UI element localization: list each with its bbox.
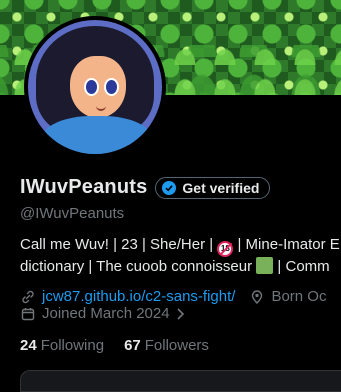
age-18-label: 18	[220, 244, 230, 253]
user-handle: @IWuvPeanuts	[20, 205, 125, 222]
verified-badge-icon	[162, 180, 177, 195]
following-link[interactable]: 24 Following	[20, 337, 104, 354]
avatar-eye-right	[104, 78, 119, 96]
bio-text-1: Call me Wuv! | 23 | She/Her |	[20, 236, 218, 253]
followers-label: Followers	[144, 337, 209, 354]
display-name: IWuvPeanuts	[20, 176, 148, 198]
name-row: IWuvPeanuts Get verified	[20, 176, 271, 199]
bio-line-2: dictionary | The cuoob connoisseur | Com…	[20, 257, 341, 277]
profile-bio: Call me Wuv! | 23 | She/Her | 18 | Mine-…	[20, 235, 341, 277]
avatar-eye-left	[84, 78, 99, 96]
followers-link[interactable]: 67 Followers	[124, 337, 209, 354]
link-icon	[20, 289, 36, 305]
profile-avatar[interactable]	[24, 16, 166, 158]
profile-meta-row-1: jcw87.github.io/c2-sans-fight/ Born Oc	[20, 288, 326, 305]
green-square-icon	[256, 257, 274, 274]
bio-text-2: | Mine-Imator E	[233, 236, 340, 253]
calendar-icon	[20, 306, 36, 322]
avatar-shirt	[42, 116, 152, 154]
profile-meta-row-2: Joined March 2024	[20, 305, 196, 322]
bio-text-4: | Comm	[273, 258, 330, 275]
age-18-icon: 18	[217, 241, 234, 257]
birthday-text: Born Oc	[271, 288, 327, 305]
followers-count: 67	[124, 337, 141, 354]
location-pin-icon	[249, 289, 265, 305]
follow-stats: 24 Following 67 Followers	[20, 337, 209, 354]
joined-date: Joined March 2024	[42, 305, 170, 322]
avatar-image	[28, 20, 162, 154]
chevron-right-icon[interactable]	[174, 306, 190, 322]
following-label: Following	[40, 337, 105, 354]
bio-text-3: dictionary | The cuoob connoisseur	[20, 258, 257, 275]
get-verified-button[interactable]: Get verified	[155, 176, 271, 199]
bio-line-1: Call me Wuv! | 23 | She/Her | 18 | Mine-…	[20, 235, 341, 257]
following-count: 24	[20, 337, 37, 354]
bottom-card	[20, 370, 341, 392]
website-link[interactable]: jcw87.github.io/c2-sans-fight/	[42, 288, 235, 305]
get-verified-label: Get verified	[182, 179, 260, 196]
